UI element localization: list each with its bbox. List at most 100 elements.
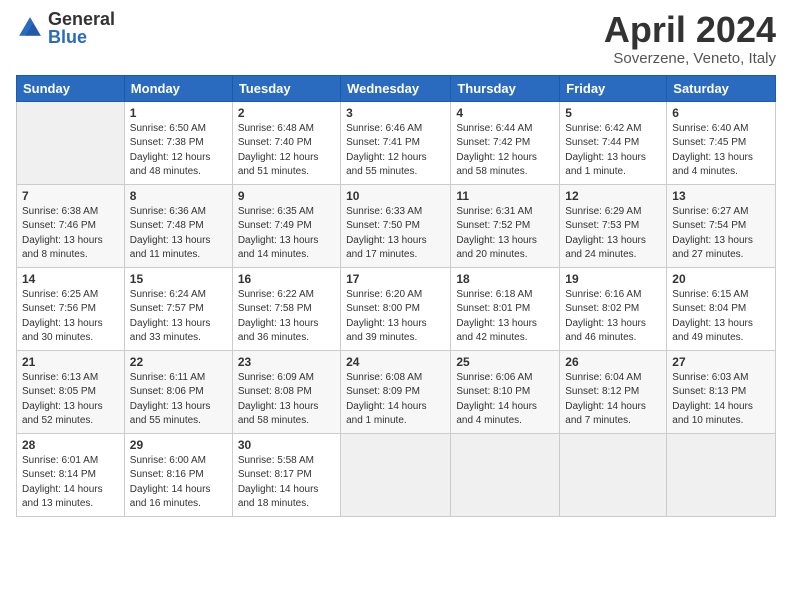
calendar-cell: 9 Sunrise: 6:35 AM Sunset: 7:49 PM Daylig… (232, 184, 340, 267)
calendar-cell: 22 Sunrise: 6:11 AM Sunset: 8:06 PM Dayli… (124, 350, 232, 433)
calendar-cell: 2Sunrise: 6:48 AM Sunset: 7:40 PM Daylig… (232, 101, 340, 184)
day-info: Sunrise: 6:29 AM Sunset: 7:53 PM Dayligh… (565, 205, 661, 263)
calendar-cell (667, 433, 776, 516)
day-number: 19 (565, 272, 661, 286)
day-info: Sunrise: 6:27 AM Sunset: 7:54 PM Dayligh… (672, 205, 770, 263)
day-info: Sunrise: 6:38 AM Sunset: 7:46 PM Dayligh… (22, 205, 119, 263)
calendar-cell: 28 Sunrise: 6:01 AM Sunset: 8:14 PM Dayli… (17, 433, 125, 516)
day-of-week-header: Sunday (17, 75, 125, 101)
header: General Blue April 2024 Soverzene, Venet… (16, 10, 776, 67)
day-of-week-header: Thursday (451, 75, 560, 101)
logo-blue-text: Blue (48, 28, 115, 46)
day-of-week-header: Monday (124, 75, 232, 101)
day-number: 4 (456, 106, 554, 120)
day-info: Sunrise: 5:58 AM Sunset: 8:17 PM Dayligh… (238, 454, 335, 512)
day-info: Sunrise: 6:18 AM Sunset: 8:01 PM Dayligh… (456, 288, 554, 346)
day-info: Sunrise: 6:06 AM Sunset: 8:10 PM Dayligh… (456, 371, 554, 429)
calendar-cell: 19 Sunrise: 6:16 AM Sunset: 8:02 PM Dayli… (560, 267, 667, 350)
calendar-cell: 17 Sunrise: 6:20 AM Sunset: 8:00 PM Dayli… (341, 267, 451, 350)
calendar-cell: 10 Sunrise: 6:33 AM Sunset: 7:50 PM Dayli… (341, 184, 451, 267)
day-of-week-header: Wednesday (341, 75, 451, 101)
calendar-cell: 16 Sunrise: 6:22 AM Sunset: 7:58 PM Dayli… (232, 267, 340, 350)
day-info: Sunrise: 6:20 AM Sunset: 8:00 PM Dayligh… (346, 288, 445, 346)
day-info: Sunrise: 6:08 AM Sunset: 8:09 PM Dayligh… (346, 371, 445, 429)
calendar-cell: 24 Sunrise: 6:08 AM Sunset: 8:09 PM Dayli… (341, 350, 451, 433)
day-number: 28 (22, 438, 119, 452)
day-number: 13 (672, 189, 770, 203)
day-info: Sunrise: 6:35 AM Sunset: 7:49 PM Dayligh… (238, 205, 335, 263)
calendar-cell: 29 Sunrise: 6:00 AM Sunset: 8:16 PM Dayli… (124, 433, 232, 516)
day-info: Sunrise: 6:33 AM Sunset: 7:50 PM Dayligh… (346, 205, 445, 263)
calendar-cell: 11Sunrise: 6:31 AM Sunset: 7:52 PM Dayli… (451, 184, 560, 267)
day-of-week-header: Friday (560, 75, 667, 101)
calendar-cell (451, 433, 560, 516)
calendar-cell: 20 Sunrise: 6:15 AM Sunset: 8:04 PM Dayli… (667, 267, 776, 350)
calendar-week-row: 7 Sunrise: 6:38 AM Sunset: 7:46 PM Daylig… (17, 184, 776, 267)
calendar-table: SundayMondayTuesdayWednesdayThursdayFrid… (16, 75, 776, 517)
logo: General Blue (16, 10, 115, 46)
calendar-cell: 5Sunrise: 6:42 AM Sunset: 7:44 PM Daylig… (560, 101, 667, 184)
day-info: Sunrise: 6:03 AM Sunset: 8:13 PM Dayligh… (672, 371, 770, 429)
day-of-week-header: Saturday (667, 75, 776, 101)
calendar-location: Soverzene, Veneto, Italy (604, 50, 776, 67)
calendar-cell: 18Sunrise: 6:18 AM Sunset: 8:01 PM Dayli… (451, 267, 560, 350)
calendar-cell: 7 Sunrise: 6:38 AM Sunset: 7:46 PM Daylig… (17, 184, 125, 267)
day-info: Sunrise: 6:16 AM Sunset: 8:02 PM Dayligh… (565, 288, 661, 346)
day-number: 21 (22, 355, 119, 369)
calendar-week-row: 21 Sunrise: 6:13 AM Sunset: 8:05 PM Dayli… (17, 350, 776, 433)
day-number: 16 (238, 272, 335, 286)
calendar-cell (560, 433, 667, 516)
calendar-week-row: 28 Sunrise: 6:01 AM Sunset: 8:14 PM Dayli… (17, 433, 776, 516)
day-info: Sunrise: 6:22 AM Sunset: 7:58 PM Dayligh… (238, 288, 335, 346)
day-info: Sunrise: 6:44 AM Sunset: 7:42 PM Dayligh… (456, 122, 554, 180)
calendar-week-row: 1Sunrise: 6:50 AM Sunset: 7:38 PM Daylig… (17, 101, 776, 184)
page: General Blue April 2024 Soverzene, Venet… (0, 0, 792, 612)
calendar-cell (341, 433, 451, 516)
day-number: 12 (565, 189, 661, 203)
calendar-cell: 1Sunrise: 6:50 AM Sunset: 7:38 PM Daylig… (124, 101, 232, 184)
day-info: Sunrise: 6:11 AM Sunset: 8:06 PM Dayligh… (130, 371, 227, 429)
day-number: 22 (130, 355, 227, 369)
day-info: Sunrise: 6:50 AM Sunset: 7:38 PM Dayligh… (130, 122, 227, 180)
day-number: 29 (130, 438, 227, 452)
day-number: 26 (565, 355, 661, 369)
day-number: 6 (672, 106, 770, 120)
day-number: 17 (346, 272, 445, 286)
calendar-cell: 6Sunrise: 6:40 AM Sunset: 7:45 PM Daylig… (667, 101, 776, 184)
day-info: Sunrise: 6:13 AM Sunset: 8:05 PM Dayligh… (22, 371, 119, 429)
day-number: 27 (672, 355, 770, 369)
calendar-cell: 8 Sunrise: 6:36 AM Sunset: 7:48 PM Daylig… (124, 184, 232, 267)
day-number: 30 (238, 438, 335, 452)
calendar-cell: 4 Sunrise: 6:44 AM Sunset: 7:42 PM Daylig… (451, 101, 560, 184)
calendar-cell: 23Sunrise: 6:09 AM Sunset: 8:08 PM Dayli… (232, 350, 340, 433)
calendar-cell: 25 Sunrise: 6:06 AM Sunset: 8:10 PM Dayli… (451, 350, 560, 433)
calendar-cell (17, 101, 125, 184)
day-info: Sunrise: 6:24 AM Sunset: 7:57 PM Dayligh… (130, 288, 227, 346)
day-info: Sunrise: 6:00 AM Sunset: 8:16 PM Dayligh… (130, 454, 227, 512)
day-info: Sunrise: 6:01 AM Sunset: 8:14 PM Dayligh… (22, 454, 119, 512)
day-info: Sunrise: 6:36 AM Sunset: 7:48 PM Dayligh… (130, 205, 227, 263)
day-of-week-header: Tuesday (232, 75, 340, 101)
day-number: 3 (346, 106, 445, 120)
day-number: 7 (22, 189, 119, 203)
day-number: 24 (346, 355, 445, 369)
calendar-cell: 12 Sunrise: 6:29 AM Sunset: 7:53 PM Dayli… (560, 184, 667, 267)
calendar-cell: 14Sunrise: 6:25 AM Sunset: 7:56 PM Dayli… (17, 267, 125, 350)
calendar-cell: 15 Sunrise: 6:24 AM Sunset: 7:57 PM Dayli… (124, 267, 232, 350)
day-number: 14 (22, 272, 119, 286)
day-number: 20 (672, 272, 770, 286)
title-block: April 2024 Soverzene, Veneto, Italy (604, 10, 776, 67)
calendar-cell: 13 Sunrise: 6:27 AM Sunset: 7:54 PM Dayli… (667, 184, 776, 267)
calendar-cell: 21 Sunrise: 6:13 AM Sunset: 8:05 PM Dayli… (17, 350, 125, 433)
day-number: 9 (238, 189, 335, 203)
day-info: Sunrise: 6:09 AM Sunset: 8:08 PM Dayligh… (238, 371, 335, 429)
day-number: 15 (130, 272, 227, 286)
day-info: Sunrise: 6:04 AM Sunset: 8:12 PM Dayligh… (565, 371, 661, 429)
day-number: 10 (346, 189, 445, 203)
day-number: 25 (456, 355, 554, 369)
day-number: 8 (130, 189, 227, 203)
calendar-week-row: 14Sunrise: 6:25 AM Sunset: 7:56 PM Dayli… (17, 267, 776, 350)
day-info: Sunrise: 6:15 AM Sunset: 8:04 PM Dayligh… (672, 288, 770, 346)
logo-icon (16, 14, 44, 42)
logo-text: General Blue (48, 10, 115, 46)
